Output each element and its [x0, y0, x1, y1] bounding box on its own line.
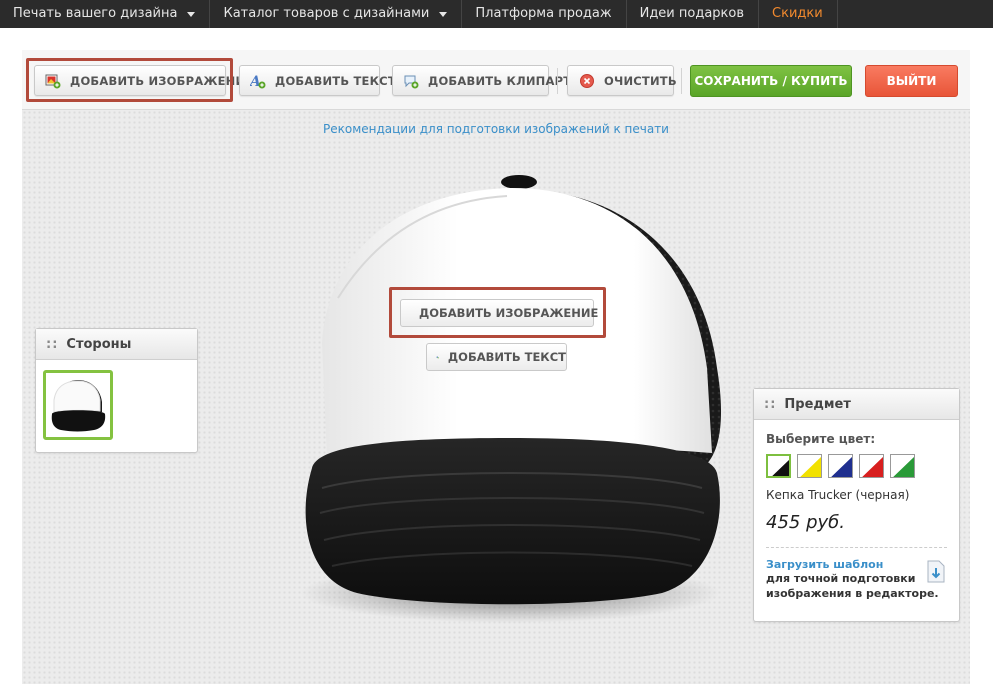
color-swatch-green[interactable]: [890, 454, 915, 478]
cap-add-image-button[interactable]: ДОБАВИТЬ ИЗОБРАЖЕНИЕ: [400, 299, 598, 327]
swatch-fill-icon: [860, 455, 883, 477]
add-text-label: ДОБАВИТЬ ТЕКСТ: [275, 73, 396, 88]
exit-label: ВЫЙТИ: [886, 74, 937, 88]
nav-item-print-design[interactable]: Печать вашего дизайна: [0, 0, 211, 28]
color-swatches: [766, 454, 947, 478]
nav-item-label: Идеи подарков: [639, 6, 745, 21]
editor-toolbar: ДОБАВИТЬ ИЗОБРАЖЕНИЕ A ДОБАВИТЬ ТЕКСТ ДО…: [22, 50, 970, 110]
color-swatch-black[interactable]: [766, 454, 791, 478]
toolbar-divider: [557, 68, 558, 94]
drag-handle-icon[interactable]: ::: [46, 337, 58, 352]
nav-item-label: Печать вашего дизайна: [13, 6, 178, 21]
template-download: Загрузить шаблон для точной подготовки и…: [766, 558, 947, 601]
cap-product-image: [300, 175, 722, 623]
nav-item-sales-platform[interactable]: Платформа продаж: [462, 0, 627, 28]
cap-thumbnail-image: [51, 380, 106, 432]
side-thumbnail-front[interactable]: [43, 370, 113, 440]
add-clipart-label: ДОБАВИТЬ КЛИПАРТ: [428, 73, 572, 88]
swatch-fill-icon: [891, 455, 914, 477]
nav-item-catalog[interactable]: Каталог товаров с дизайнами: [210, 0, 463, 28]
add-clipart-button[interactable]: ДОБАВИТЬ КЛИПАРТ: [392, 65, 571, 96]
color-swatch-blue[interactable]: [828, 454, 853, 478]
toolbar-divider: [681, 68, 682, 94]
add-text-button[interactable]: A ДОБАВИТЬ ТЕКСТ: [239, 65, 396, 96]
choose-color-label: Выберите цвет:: [766, 432, 876, 446]
swatch-fill-icon: [798, 455, 821, 477]
add-text-icon: A: [436, 356, 439, 359]
sides-panel: :: Стороны: [35, 328, 198, 453]
sides-panel-header[interactable]: :: Стороны: [36, 329, 197, 360]
print-recommendations-link[interactable]: Рекомендации для подготовки изображений …: [22, 122, 970, 136]
design-editor: ДОБАВИТЬ ИЗОБРАЖЕНИЕ A ДОБАВИТЬ ТЕКСТ ДО…: [22, 50, 970, 684]
nav-item-label: Скидки: [772, 6, 823, 21]
add-text-icon: A: [250, 74, 266, 89]
panel-divider: [766, 547, 947, 548]
clear-label: ОЧИСТИТЬ: [604, 73, 677, 88]
item-panel-title: Предмет: [784, 396, 851, 412]
cap-add-image-label: ДОБАВИТЬ ИЗОБРАЖЕНИЕ: [419, 306, 599, 320]
save-buy-label: СОХРАНИТЬ / КУПИТЬ: [694, 74, 848, 88]
nav-item-discounts[interactable]: Скидки: [759, 0, 838, 28]
save-buy-button[interactable]: СОХРАНИТЬ / КУПИТЬ: [690, 65, 852, 97]
item-panel: :: Предмет Выберите цвет: Кепка Trucker (…: [753, 388, 960, 622]
download-template-link[interactable]: Загрузить шаблон: [766, 558, 947, 571]
nav-item-label: Каталог товаров с дизайнами: [223, 6, 430, 21]
color-swatch-red[interactable]: [859, 454, 884, 478]
template-description-line-1: для точной подготовки: [766, 572, 916, 585]
template-description-line-2: изображения в редакторе.: [766, 587, 939, 600]
swatch-fill-icon: [829, 455, 852, 477]
nav-item-gift-ideas[interactable]: Идеи подарков: [627, 0, 760, 28]
item-panel-header[interactable]: :: Предмет: [754, 389, 959, 420]
clear-icon: [580, 73, 594, 88]
cap-add-text-button[interactable]: A ДОБАВИТЬ ТЕКСТ: [426, 343, 567, 371]
print-recommendations-label: Рекомендации для подготовки изображений …: [323, 122, 669, 136]
download-file-icon[interactable]: [925, 560, 947, 584]
chevron-down-icon: [187, 11, 196, 17]
sides-panel-title: Стороны: [66, 336, 132, 352]
swatch-fill-icon: [768, 456, 789, 476]
add-image-button[interactable]: ДОБАВИТЬ ИЗОБРАЖЕНИЕ: [34, 65, 253, 96]
drag-handle-icon[interactable]: ::: [764, 397, 776, 412]
add-image-icon: [45, 74, 61, 88]
nav-item-label: Платформа продаж: [475, 6, 612, 21]
color-swatch-yellow[interactable]: [797, 454, 822, 478]
product-price: 455 руб.: [766, 512, 845, 533]
clear-button[interactable]: ОЧИСТИТЬ: [567, 65, 677, 96]
exit-button[interactable]: ВЫЙТИ: [865, 65, 958, 97]
cap-add-text-label: ДОБАВИТЬ ТЕКСТ: [447, 350, 566, 364]
chevron-down-icon: [439, 11, 448, 17]
top-navigation: Печать вашего дизайна Каталог товаров с …: [0, 0, 993, 28]
add-clipart-icon: [404, 75, 419, 88]
product-name: Кепка Trucker (черная): [766, 488, 910, 502]
add-image-label: ДОБАВИТЬ ИЗОБРАЖЕНИЕ: [70, 73, 254, 88]
item-panel-body: Выберите цвет: Кепка Trucker (черная) 45…: [754, 420, 959, 613]
